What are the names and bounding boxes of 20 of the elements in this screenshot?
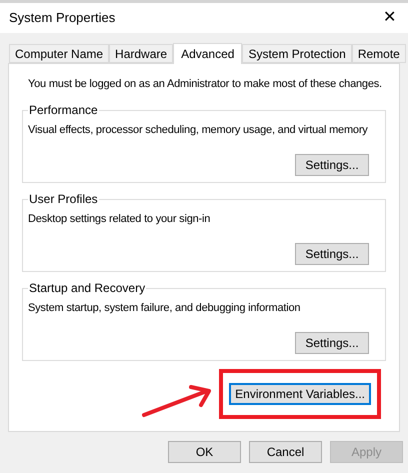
window-title: System Properties: [9, 9, 116, 28]
settings-button[interactable]: Settings...: [295, 332, 369, 354]
environment-variables-button[interactable]: Environment Variables...: [229, 382, 371, 404]
group-title: Startup and Recovery: [28, 280, 146, 294]
settings-button[interactable]: Settings...: [295, 242, 369, 264]
tab[interactable]: Remote: [352, 44, 406, 63]
dialog-button[interactable]: OK: [168, 441, 241, 463]
group-title: User Profiles: [28, 192, 99, 206]
group-description: Desktop settings related to your sign-in: [28, 212, 212, 226]
group-description: Visual effects, processor scheduling, memory usage, and virtual memory: [28, 122, 369, 138]
group-description: System startup, system failure, and debugging information: [28, 300, 302, 316]
notice-text: You must be logged on as an Administrator to make most of these changes.: [27, 77, 383, 92]
tab[interactable]: Advanced: [173, 43, 242, 64]
close-button[interactable]: ✕: [379, 10, 400, 26]
dialog-button[interactable]: Cancel: [249, 441, 322, 463]
tab[interactable]: Hardware: [109, 44, 174, 63]
group-title: Performance: [28, 102, 99, 116]
tab[interactable]: Computer Name: [9, 44, 110, 63]
tab[interactable]: System Protection: [242, 44, 352, 63]
settings-button[interactable]: Settings...: [295, 154, 369, 176]
